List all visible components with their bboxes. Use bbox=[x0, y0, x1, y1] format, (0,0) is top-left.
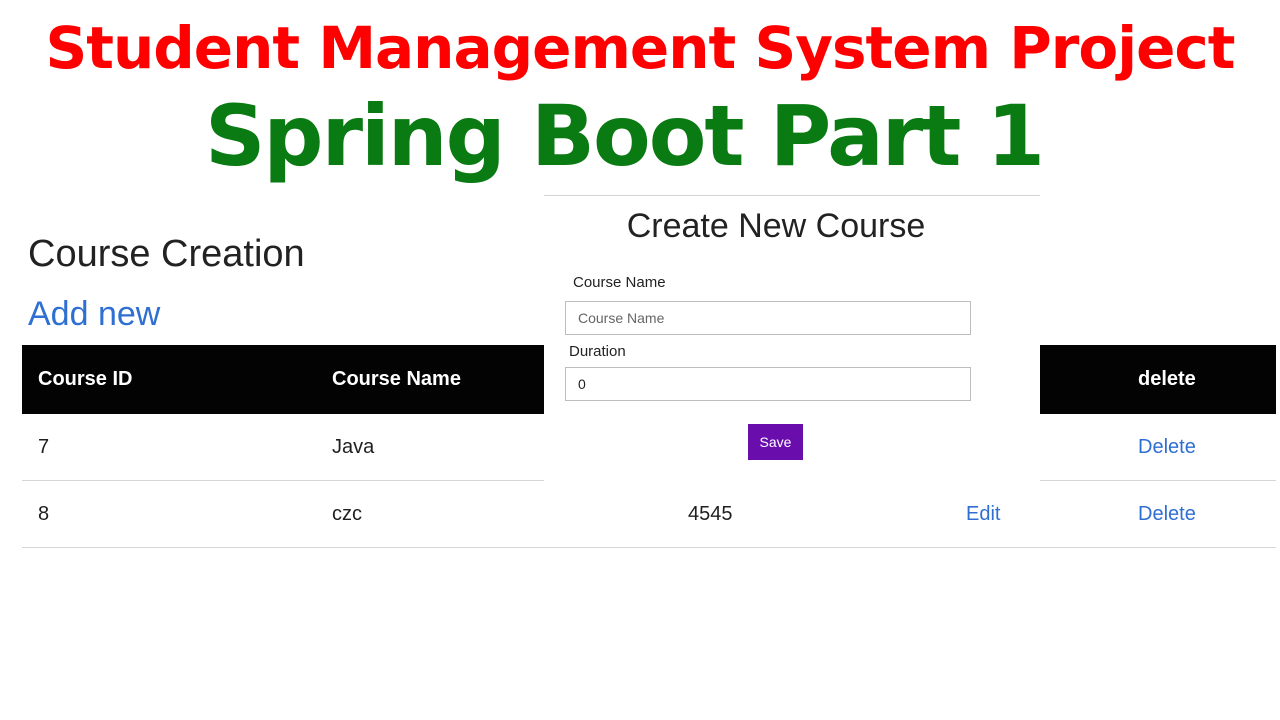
edit-link[interactable]: Edit bbox=[966, 503, 1000, 525]
header-delete: delete bbox=[1122, 345, 1276, 414]
delete-link[interactable]: Delete bbox=[1138, 436, 1196, 458]
cell-course-id: 7 bbox=[22, 414, 316, 481]
modal-title: Create New Course bbox=[626, 207, 926, 245]
add-new-link[interactable]: Add new bbox=[28, 292, 160, 336]
course-name-input[interactable] bbox=[565, 301, 971, 335]
duration-label: Duration bbox=[569, 343, 626, 360]
create-course-modal: Create New Course Course Name Duration S… bbox=[544, 195, 1040, 486]
cell-edit: Edit bbox=[950, 480, 1122, 548]
video-title-line1: Student Management System Project bbox=[45, 14, 1235, 82]
duration-input[interactable] bbox=[565, 367, 971, 401]
video-title-line2: Spring Boot Part 1 bbox=[204, 87, 1045, 185]
cell-delete: Delete bbox=[1122, 414, 1276, 481]
delete-link[interactable]: Delete bbox=[1138, 503, 1196, 525]
course-name-label: Course Name bbox=[573, 274, 666, 291]
cell-course-name: czc bbox=[316, 480, 672, 548]
cell-duration: 4545 bbox=[672, 480, 950, 548]
table-row: 8 czc 4545 Edit Delete bbox=[22, 480, 1276, 548]
header-course-id: Course ID bbox=[22, 345, 316, 414]
cell-course-id: 8 bbox=[22, 480, 316, 548]
save-button[interactable]: Save bbox=[748, 424, 803, 460]
cell-delete: Delete bbox=[1122, 480, 1276, 548]
page-title: Course Creation bbox=[28, 233, 305, 275]
